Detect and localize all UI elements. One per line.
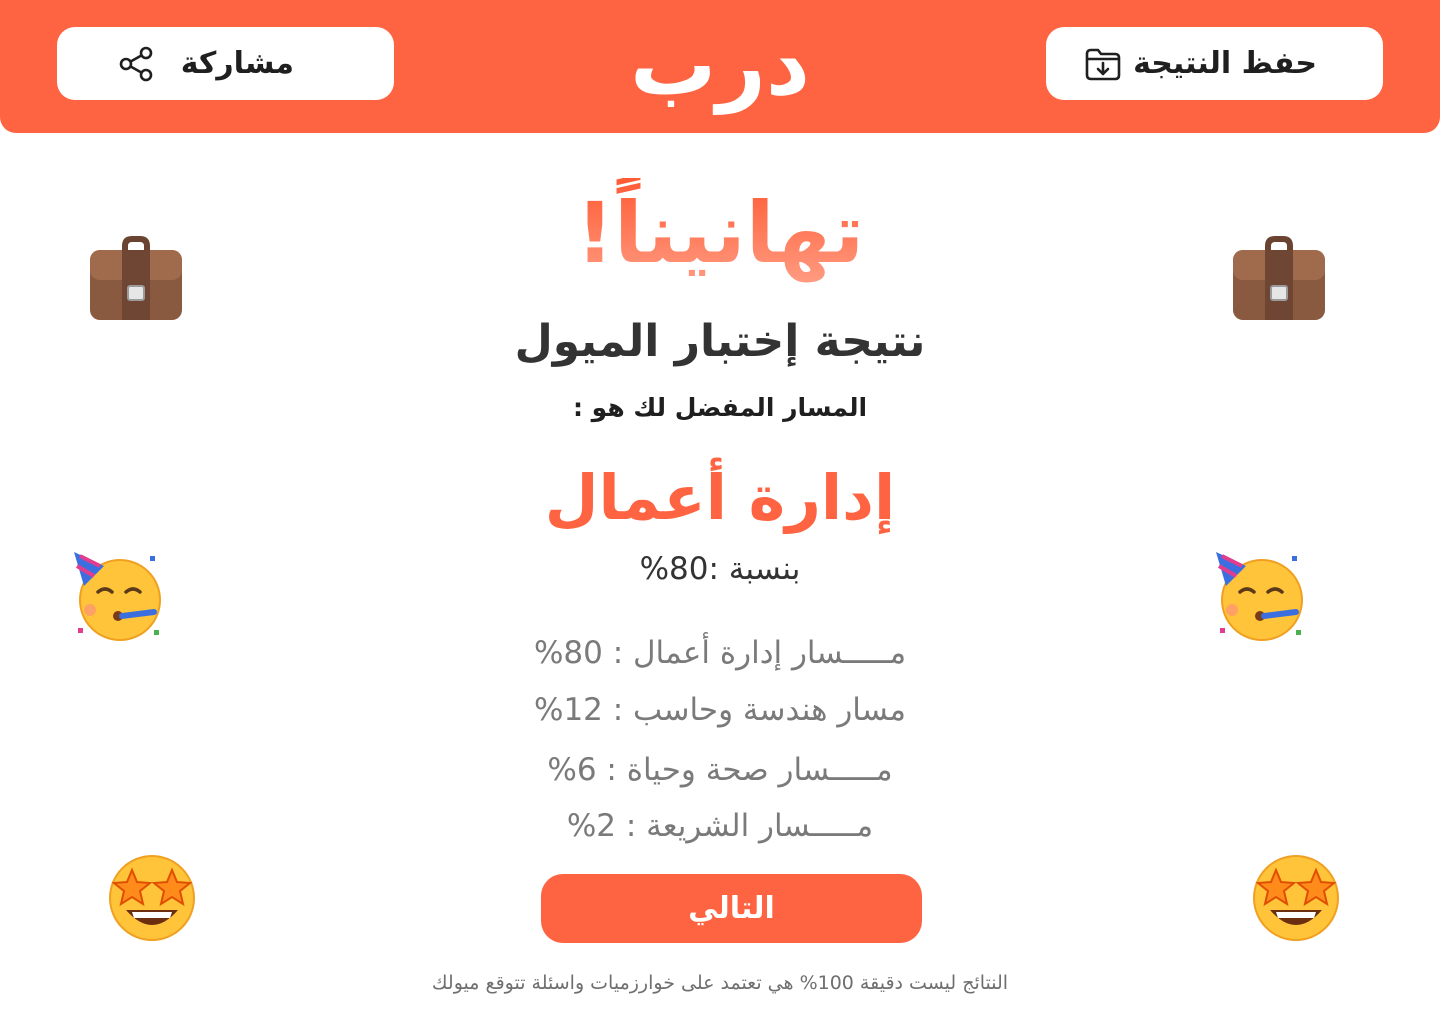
congrats-heading: تهانيناً! (470, 178, 970, 298)
briefcase-icon (1233, 236, 1325, 320)
share-label: مشاركة (180, 46, 294, 81)
header-bar: حفظ النتيجة درب مشاركة (0, 0, 1440, 133)
preferred-track-subtitle: المسار المفضل لك هو : (572, 393, 868, 422)
result-title: نتيجة إختبار الميول (514, 316, 926, 367)
folder-download-icon (1085, 48, 1121, 81)
preferred-track-name: إدارة أعمال (544, 461, 896, 534)
partying-face-icon (1216, 552, 1303, 641)
track-score-health: مـــــسار صحة وحياة : 6% (547, 752, 893, 788)
star-struck-icon (1253, 855, 1339, 941)
save-result-button[interactable]: حفظ النتيجة (1046, 27, 1383, 100)
preferred-track-ratio: بنسبة :80% (639, 551, 801, 587)
star-struck-icon (109, 855, 195, 941)
save-result-label: حفظ النتيجة (1133, 46, 1317, 81)
share-button[interactable]: مشاركة (57, 27, 394, 100)
briefcase-icon (90, 236, 182, 320)
next-button[interactable]: التالي (541, 874, 922, 943)
partying-face-icon (74, 552, 161, 641)
track-score-business: مـــــسار إدارة أعمال : 80% (533, 635, 907, 671)
track-score-sharia: مـــــسار الشريعة : 2% (566, 808, 874, 844)
track-score-engineering: مسار هندسة وحاسب : 12% (533, 692, 907, 728)
app-logo: درب (629, 15, 812, 115)
disclaimer-text: النتائج ليست دقيقة 100% هي تعتمد على خوا… (431, 972, 1009, 994)
share-icon (119, 46, 153, 82)
